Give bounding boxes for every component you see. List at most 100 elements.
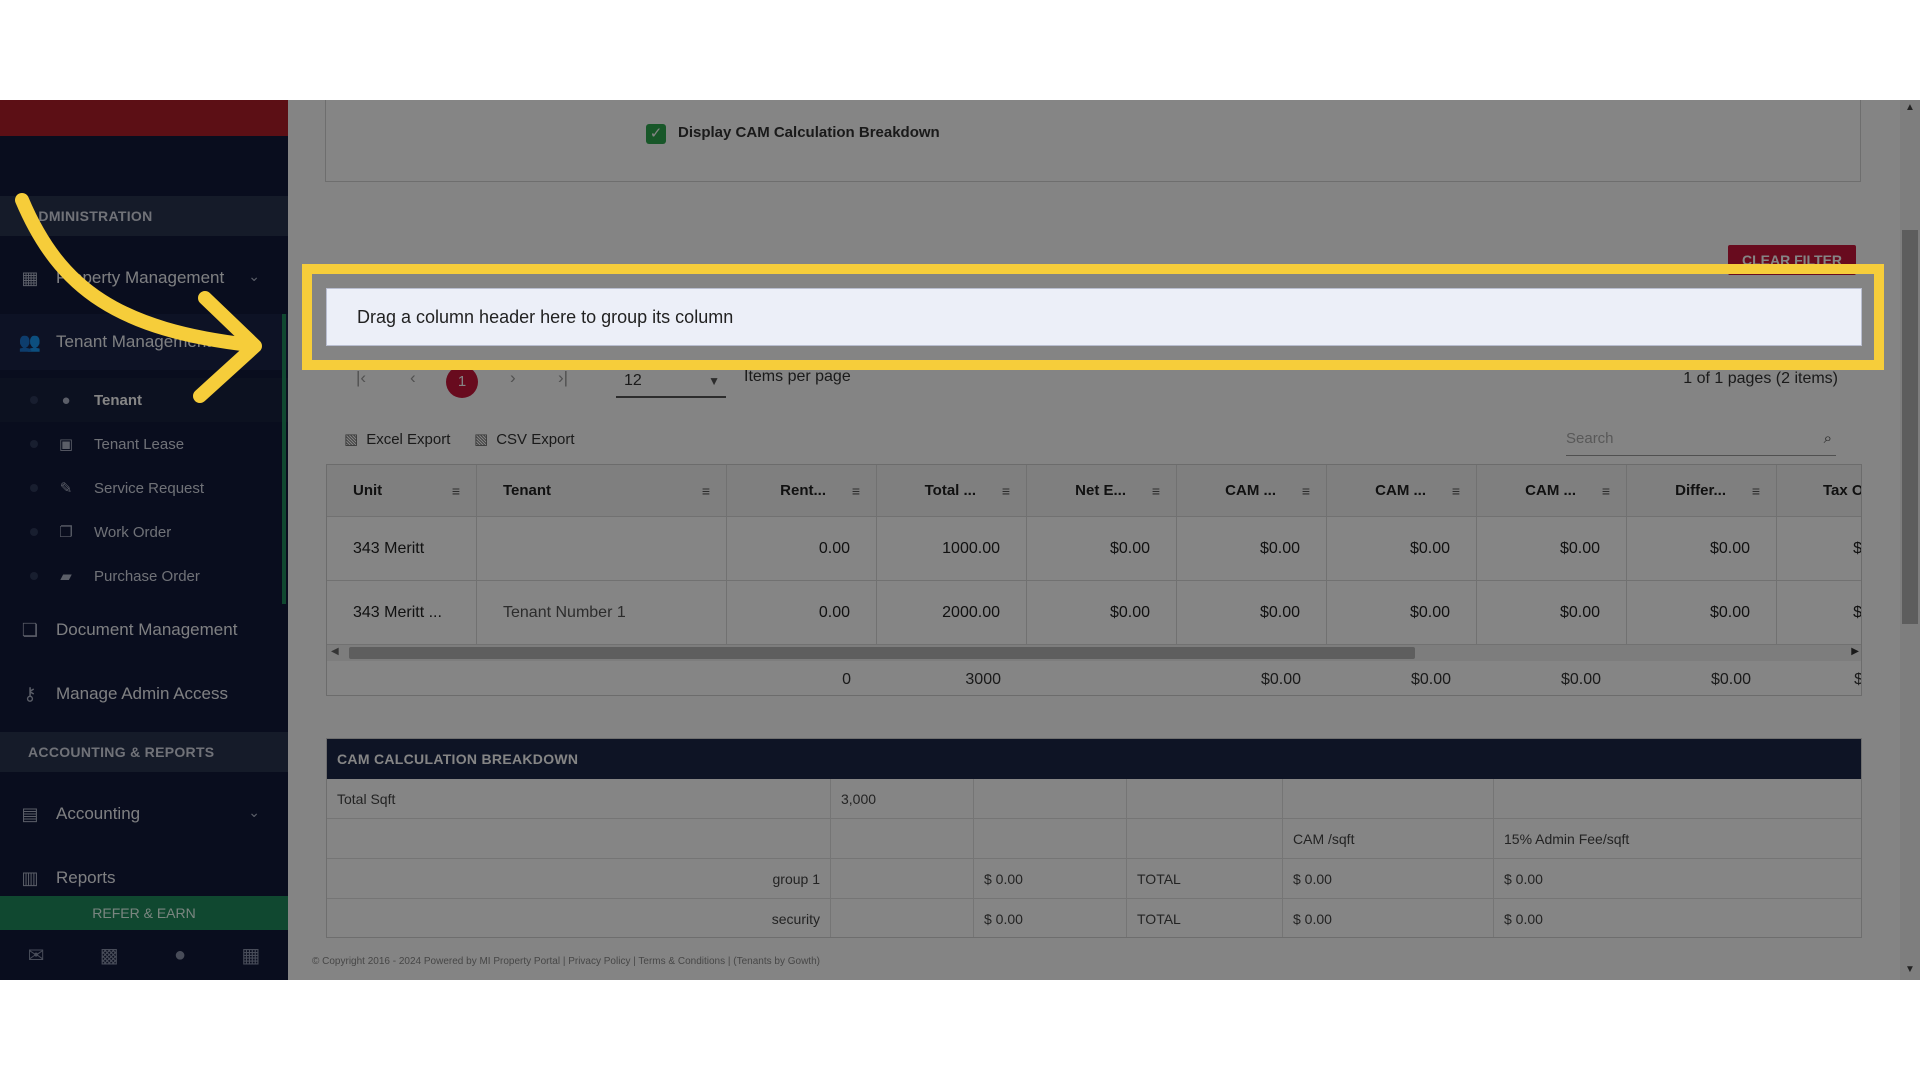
refer-earn-button[interactable]: REFER & EARN (0, 896, 288, 930)
column-header-tax[interactable]: Tax O (1777, 465, 1862, 516)
footer-cam-2: $0.00 (1410, 671, 1451, 688)
bullet-dot (30, 572, 38, 580)
sidebar-item-purchase-order[interactable]: ▰ Purchase Order (0, 554, 288, 598)
footer-rent-total: 0 (842, 671, 851, 688)
filter-icon[interactable]: ≡ (1752, 483, 1760, 499)
brand-bar (0, 100, 288, 136)
cell-tenant (477, 517, 727, 580)
cam-row-fee: $ 0.00 (1504, 871, 1543, 887)
per-page-value: 12 (624, 372, 642, 389)
scroll-right-icon[interactable]: ▶ (1851, 646, 1859, 657)
header-label: CAM ... (1225, 482, 1276, 499)
cam-row-fee: $ 0.00 (1504, 911, 1543, 927)
section-accounting-reports: ACCOUNTING & REPORTS (0, 732, 288, 772)
empty-cell (1127, 819, 1283, 859)
empty-cell (974, 779, 1127, 819)
filter-icon[interactable]: ≡ (1152, 483, 1160, 499)
grid-footer-row: 0 3000 $0.00 $0.00 $0.00 $0.00 $ (327, 665, 1861, 695)
calculator-icon[interactable]: ▦ (241, 943, 260, 968)
filter-icon[interactable]: ≡ (452, 483, 460, 499)
cam-row-total-label: TOTAL (1127, 859, 1283, 899)
column-header-unit[interactable]: Unit ≡ (327, 465, 477, 516)
excel-file-icon: ▧ (344, 431, 359, 448)
cam-breakdown-label: Display CAM Calculation Breakdown (678, 124, 940, 141)
cam-row-cam: $ 0.00 (1283, 899, 1494, 937)
column-header-cam-3[interactable]: CAM ... ≡ (1477, 465, 1627, 516)
main-content: ✓ Display CAM Calculation Breakdown CLEA… (288, 100, 1900, 980)
excel-export-button[interactable]: ▧ Excel Export (344, 430, 450, 449)
filter-icon[interactable]: ≡ (1302, 483, 1310, 499)
app-window: ADMINISTRATION ▦ Property Management ⌄ 👥… (0, 100, 1920, 980)
header-label: Rent... (780, 482, 826, 499)
empty-cell (831, 819, 974, 859)
first-page-icon[interactable]: |‹ (356, 368, 366, 388)
cell-tenant[interactable]: Tenant Number 1 (477, 581, 727, 644)
header-label: Tenant (503, 482, 552, 499)
current-page-button[interactable]: 1 (446, 366, 478, 398)
cam-row-name: security (327, 899, 831, 937)
footer-difference: $0.00 (1710, 671, 1751, 688)
bar-chart-icon: ▥ (21, 867, 39, 888)
filter-icon[interactable]: ≡ (852, 483, 860, 499)
nav-manage-admin-access[interactable]: ⚷ Manage Admin Access (0, 666, 288, 722)
cell-unit: 343 Meritt ... (327, 581, 477, 644)
filter-icon[interactable]: ≡ (702, 483, 710, 499)
column-header-cam-1[interactable]: CAM ... ≡ (1177, 465, 1327, 516)
cam-row-amount: $ 0.00 (974, 859, 1127, 899)
next-page-icon[interactable]: › (510, 368, 516, 388)
user-icon[interactable]: ● (174, 944, 186, 967)
filter-icon[interactable]: ≡ (1452, 483, 1460, 499)
filter-icon[interactable]: ≡ (1002, 483, 1010, 499)
empty-cell (327, 819, 831, 859)
prev-page-icon[interactable]: ‹ (410, 368, 416, 388)
cell-rent: 0.00 (727, 581, 877, 644)
csv-file-icon: ▧ (474, 431, 489, 448)
scroll-left-icon[interactable]: ◀ (331, 646, 339, 657)
cam-row-amount: $ 0.00 (974, 899, 1127, 937)
header-label: CAM ... (1525, 482, 1576, 499)
cell-cam-2: $0.00 (1327, 581, 1477, 644)
cell-rent: 0.00 (727, 517, 877, 580)
cell-cam-2: $0.00 (1327, 517, 1477, 580)
horizontal-scrollbar[interactable]: ◀ ▶ (327, 645, 1861, 661)
table-row[interactable]: 343 Meritt 0.00 1000.00 $0.00 $0.00 $0.0… (327, 517, 1861, 581)
vertical-scrollbar[interactable]: ▲ ▼ (1900, 100, 1920, 980)
bullet-dot (30, 484, 38, 492)
column-header-cam-2[interactable]: CAM ... ≡ (1327, 465, 1477, 516)
column-header-difference[interactable]: Differ... ≡ (1627, 465, 1777, 516)
briefcase-icon[interactable]: ▩ (100, 943, 119, 968)
column-header-total[interactable]: Total ... ≡ (877, 465, 1027, 516)
column-header-rent[interactable]: Rent... ≡ (727, 465, 877, 516)
scroll-up-icon[interactable]: ▲ (1905, 102, 1915, 113)
column-header-tenant[interactable]: Tenant ≡ (477, 465, 727, 516)
table-row[interactable]: 343 Meritt ... Tenant Number 1 0.00 2000… (327, 581, 1861, 645)
header-label: Tax O (1823, 482, 1862, 499)
per-page-label: Items per page (744, 368, 851, 385)
nav-accounting-label: Accounting (56, 804, 141, 823)
scrollbar-thumb[interactable] (349, 647, 1415, 659)
search-input[interactable]: Search ⌕ (1566, 422, 1836, 456)
last-page-icon[interactable]: ›| (558, 368, 568, 388)
filter-icon[interactable]: ≡ (1602, 483, 1610, 499)
sidebar-item-label: Service Request (94, 479, 205, 497)
vertical-scrollbar-thumb[interactable] (1902, 230, 1918, 624)
nav-document-management[interactable]: ❏ Document Management (0, 602, 288, 658)
mail-icon[interactable]: ✉ (28, 943, 45, 968)
column-header-net[interactable]: Net E... ≡ (1027, 465, 1177, 516)
cell-tax: $ (1777, 517, 1861, 580)
empty-cell (1127, 779, 1283, 819)
cam-breakdown-checkbox[interactable]: ✓ (646, 124, 666, 144)
nav-accounting[interactable]: ▤ Accounting ⌄ (0, 786, 288, 842)
cell-cam-3: $0.00 (1477, 517, 1627, 580)
copy-icon: ❐ (59, 524, 73, 541)
truck-icon: ▰ (60, 568, 72, 585)
sidebar-bottom-bar: ✉ ▩ ● ▦ (0, 930, 288, 980)
sidebar-item-work-order[interactable]: ❐ Work Order (0, 510, 288, 554)
cam-row-name: group 1 (327, 859, 831, 899)
csv-export-button[interactable]: ▧ CSV Export (474, 430, 575, 449)
chevron-down-icon: ⌄ (248, 804, 260, 820)
cell-difference: $0.00 (1627, 517, 1777, 580)
cam-breakdown-title: CAM CALCULATION BREAKDOWN (327, 739, 1861, 779)
empty-cell (974, 819, 1127, 859)
scroll-down-icon[interactable]: ▼ (1905, 964, 1915, 975)
